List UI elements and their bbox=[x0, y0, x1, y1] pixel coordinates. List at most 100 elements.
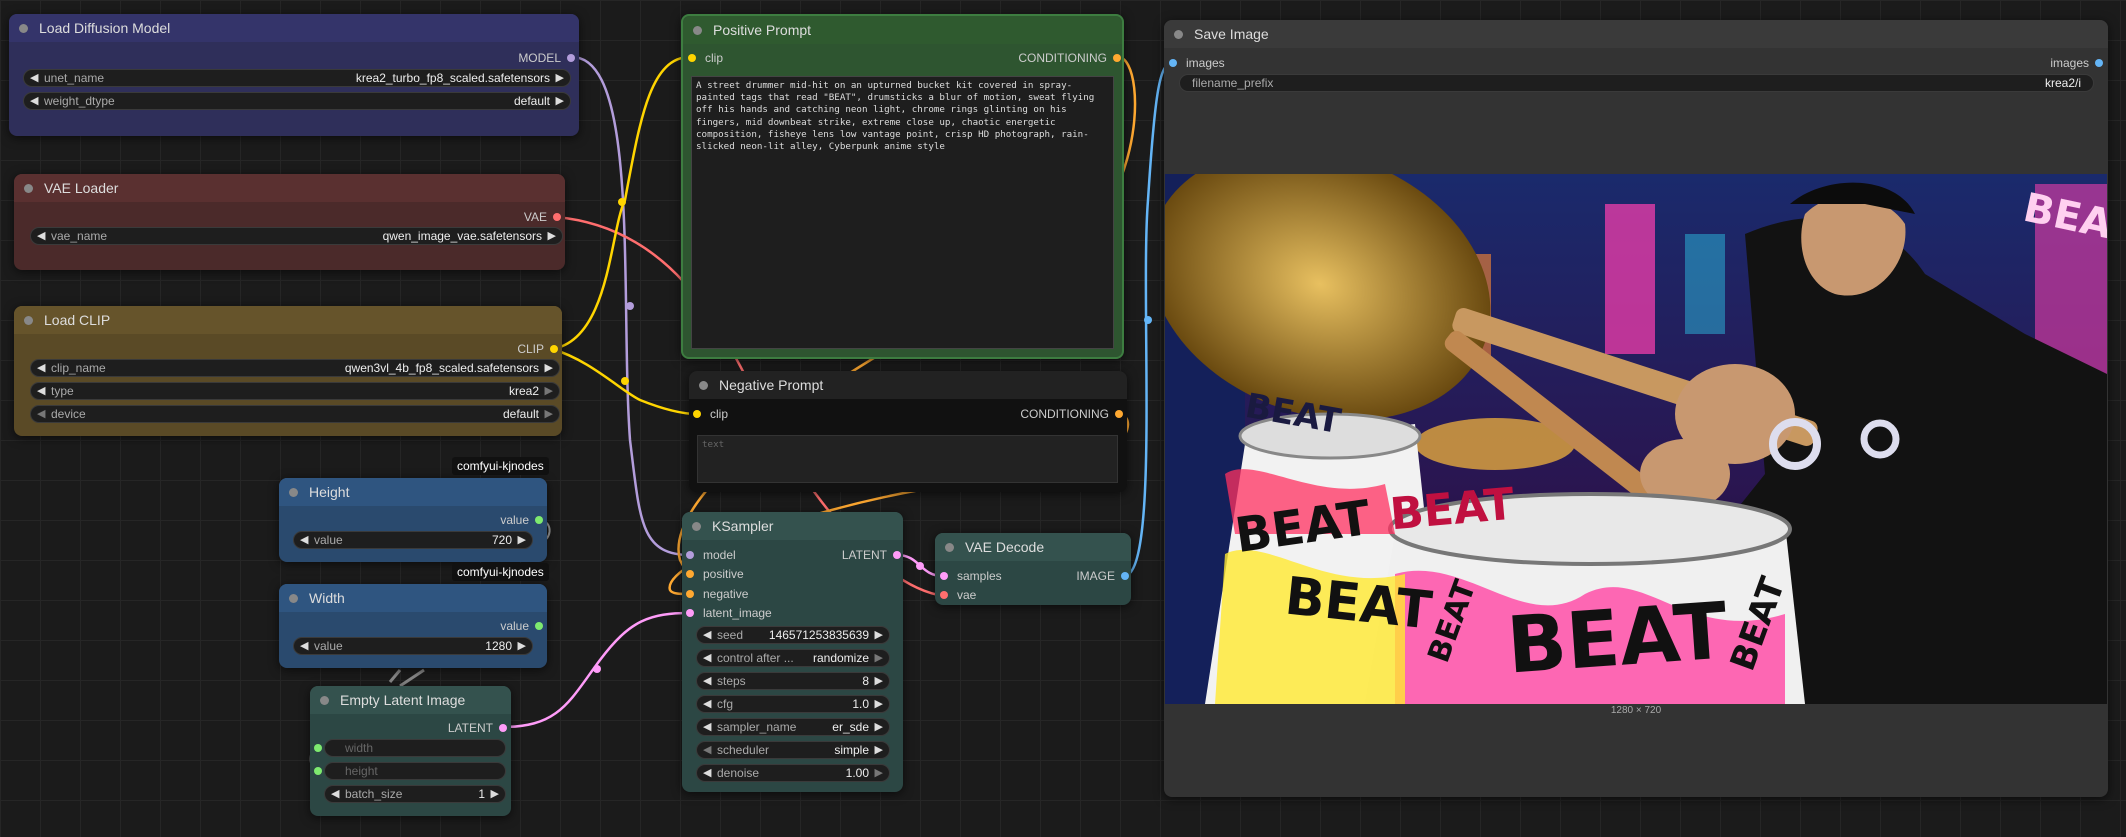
decrement-arrow-icon[interactable]: ◀ bbox=[703, 628, 711, 641]
next-arrow-icon[interactable]: ▶ bbox=[556, 94, 564, 107]
negative-prompt-textarea[interactable]: text bbox=[697, 435, 1118, 483]
output-images[interactable]: images bbox=[2050, 55, 2103, 71]
width-value-stepper[interactable]: ◀ value 1280 ▶ bbox=[293, 637, 533, 655]
output-image[interactable]: IMAGE bbox=[1076, 568, 1129, 584]
latent-pin[interactable] bbox=[940, 572, 948, 580]
increment-arrow-icon[interactable]: ▶ bbox=[491, 787, 499, 800]
collapse-dot[interactable] bbox=[19, 24, 28, 33]
decrement-arrow-icon[interactable]: ◀ bbox=[703, 674, 711, 687]
input-samples[interactable]: samples bbox=[940, 568, 1002, 584]
node-header[interactable]: Save Image bbox=[1164, 20, 2108, 48]
unet-name-combo[interactable]: ◀ unet_name krea2_turbo_fp8_scaled.safeten… bbox=[23, 69, 571, 87]
conditioning-pin[interactable] bbox=[686, 570, 694, 578]
input-clip[interactable]: clip bbox=[688, 50, 723, 66]
clip-pin[interactable] bbox=[550, 345, 558, 353]
load-clip-node[interactable]: Load CLIP CLIP ◀ clip_name qwen3vl_4b_fp8_… bbox=[14, 306, 562, 436]
collapse-dot[interactable] bbox=[945, 543, 954, 552]
collapse-dot[interactable] bbox=[289, 488, 298, 497]
increment-arrow-icon[interactable]: ▶ bbox=[518, 533, 526, 546]
node-header[interactable]: Load CLIP bbox=[14, 306, 562, 334]
next-arrow-icon[interactable]: ▶ bbox=[545, 384, 553, 397]
output-latent[interactable]: LATENT bbox=[448, 720, 507, 736]
latent-pin[interactable] bbox=[686, 609, 694, 617]
decrement-arrow-icon[interactable]: ◀ bbox=[331, 787, 339, 800]
vae-name-combo[interactable]: ◀ vae_name qwen_image_vae.safetensors ▶ bbox=[30, 227, 563, 245]
collapse-dot[interactable] bbox=[320, 696, 329, 705]
node-header[interactable]: Negative Prompt bbox=[689, 371, 1127, 399]
model-pin[interactable] bbox=[567, 54, 575, 62]
node-header[interactable]: VAE Decode bbox=[935, 533, 1131, 561]
weight-dtype-combo[interactable]: ◀ weight_dtype default ▶ bbox=[23, 92, 571, 110]
next-arrow-icon[interactable]: ▶ bbox=[548, 229, 556, 242]
image-pin[interactable] bbox=[1121, 572, 1129, 580]
output-vae[interactable]: VAE bbox=[524, 209, 561, 225]
output-clip[interactable]: CLIP bbox=[517, 341, 558, 357]
output-value[interactable]: value bbox=[500, 512, 543, 528]
clip-name-combo[interactable]: ◀ clip_name qwen3vl_4b_fp8_scaled.safetens… bbox=[30, 359, 560, 377]
batch-size-stepper[interactable]: ◀ batch_size 1 ▶ bbox=[324, 785, 506, 803]
input-images[interactable]: images bbox=[1169, 55, 1225, 71]
image-pin[interactable] bbox=[1169, 59, 1177, 67]
node-header[interactable]: Width bbox=[279, 584, 547, 612]
input-latent-image[interactable]: latent_image bbox=[686, 605, 772, 621]
clip-pin[interactable] bbox=[693, 410, 701, 418]
height-value-stepper[interactable]: ◀ value 720 ▶ bbox=[293, 531, 533, 549]
vae-decode-node[interactable]: VAE Decode samples vae IMAGE bbox=[935, 533, 1131, 605]
empty-latent-image-node[interactable]: Empty Latent Image LATENT width height ◀… bbox=[310, 686, 511, 816]
width-node[interactable]: Width value ◀ value 1280 ▶ bbox=[279, 584, 547, 668]
prev-arrow-icon[interactable]: ◀ bbox=[30, 94, 38, 107]
width-input-widget[interactable]: width bbox=[314, 739, 506, 757]
load-diffusion-model-node[interactable]: Load Diffusion Model MODEL ◀ unet_name kre… bbox=[9, 14, 579, 136]
latent-pin[interactable] bbox=[893, 551, 901, 559]
node-header[interactable]: Empty Latent Image bbox=[310, 686, 511, 714]
next-arrow-icon[interactable]: ▶ bbox=[545, 361, 553, 374]
cfg-stepper[interactable]: ◀ cfg 1.0 ▶ bbox=[696, 695, 890, 713]
filename-prefix-field[interactable]: filename_prefix krea2/i bbox=[1179, 74, 2094, 92]
prev-arrow-icon[interactable]: ◀ bbox=[37, 229, 45, 242]
prev-arrow-icon[interactable]: ◀ bbox=[37, 361, 45, 374]
height-input-pin[interactable] bbox=[314, 767, 322, 775]
node-header[interactable]: Positive Prompt bbox=[683, 16, 1122, 44]
collapse-dot[interactable] bbox=[1174, 30, 1183, 39]
conditioning-pin[interactable] bbox=[1113, 54, 1121, 62]
output-conditioning[interactable]: CONDITIONING bbox=[1018, 50, 1121, 66]
collapse-dot[interactable] bbox=[693, 26, 702, 35]
collapse-dot[interactable] bbox=[24, 184, 33, 193]
int-pin[interactable] bbox=[535, 622, 543, 630]
decrement-arrow-icon[interactable]: ◀ bbox=[703, 697, 711, 710]
int-pin[interactable] bbox=[535, 516, 543, 524]
input-model[interactable]: model bbox=[686, 547, 736, 563]
prev-arrow-icon[interactable]: ◀ bbox=[703, 743, 711, 756]
prev-arrow-icon[interactable]: ◀ bbox=[37, 384, 45, 397]
width-input-pin[interactable] bbox=[314, 744, 322, 752]
steps-stepper[interactable]: ◀ steps 8 ▶ bbox=[696, 672, 890, 690]
height-input-widget[interactable]: height bbox=[314, 762, 506, 780]
decrement-arrow-icon[interactable]: ◀ bbox=[703, 766, 711, 779]
next-arrow-icon[interactable]: ▶ bbox=[545, 407, 553, 420]
scheduler-combo[interactable]: ◀ scheduler simple ▶ bbox=[696, 741, 890, 759]
positive-prompt-node[interactable]: Positive Prompt clip CONDITIONING A stre… bbox=[681, 14, 1124, 359]
increment-arrow-icon[interactable]: ▶ bbox=[875, 674, 883, 687]
negative-prompt-node[interactable]: Negative Prompt clip CONDITIONING text bbox=[689, 371, 1127, 492]
positive-prompt-textarea[interactable]: A street drummer mid-hit on an upturned … bbox=[691, 76, 1114, 349]
increment-arrow-icon[interactable]: ▶ bbox=[518, 639, 526, 652]
sampler-name-combo[interactable]: ◀ sampler_name er_sde ▶ bbox=[696, 718, 890, 736]
denoise-stepper[interactable]: ◀ denoise 1.00 ▶ bbox=[696, 764, 890, 782]
clip-pin[interactable] bbox=[688, 54, 696, 62]
vae-loader-node[interactable]: VAE Loader VAE ◀ vae_name qwen_image_vae.s… bbox=[14, 174, 565, 270]
output-conditioning[interactable]: CONDITIONING bbox=[1020, 406, 1123, 422]
input-positive[interactable]: positive bbox=[686, 566, 744, 582]
device-combo[interactable]: ◀ device default ▶ bbox=[30, 405, 560, 423]
ksampler-node[interactable]: KSampler model positive negative latent_… bbox=[682, 512, 903, 792]
collapse-dot[interactable] bbox=[692, 522, 701, 531]
node-header[interactable]: Load Diffusion Model bbox=[9, 14, 579, 42]
vae-pin[interactable] bbox=[940, 591, 948, 599]
collapse-dot[interactable] bbox=[24, 316, 33, 325]
prev-arrow-icon[interactable]: ◀ bbox=[37, 407, 45, 420]
image-pin[interactable] bbox=[2095, 59, 2103, 67]
input-vae[interactable]: vae bbox=[940, 587, 976, 603]
decrement-arrow-icon[interactable]: ◀ bbox=[300, 639, 308, 652]
next-arrow-icon[interactable]: ▶ bbox=[875, 720, 883, 733]
output-model[interactable]: MODEL bbox=[518, 50, 575, 66]
model-pin[interactable] bbox=[686, 551, 694, 559]
